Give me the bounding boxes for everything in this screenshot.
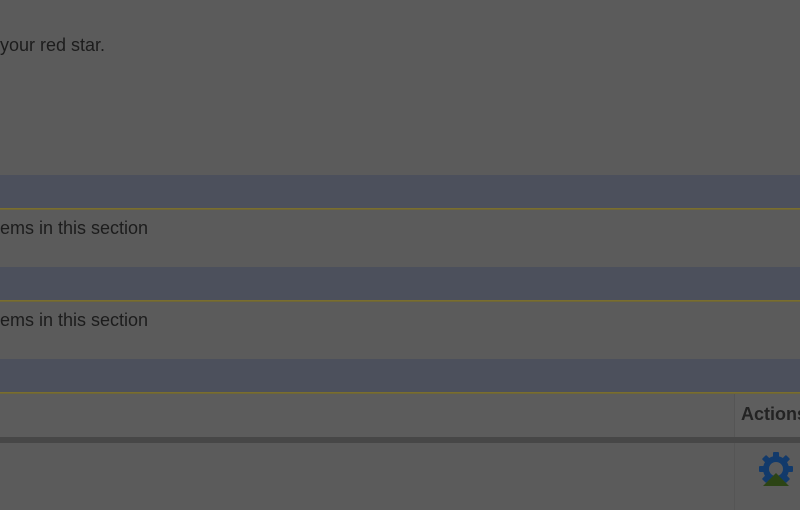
section-header-3[interactable] [0, 359, 800, 393]
gear-with-up-arrow-icon[interactable] [755, 449, 797, 491]
section-header-1[interactable] [0, 175, 800, 209]
section-header-2[interactable] [0, 267, 800, 301]
section-empty-message: ems in this section [0, 310, 149, 330]
actions-column-label: Actions [741, 404, 800, 424]
intro-text: your red star. [0, 35, 106, 55]
section-body-1: ems in this section [0, 209, 800, 268]
section-body-2: ems in this section [0, 301, 800, 360]
section-empty-message: ems in this section [0, 218, 149, 238]
table-header: Actions [0, 393, 800, 438]
actions-column-header[interactable]: Actions [734, 394, 800, 438]
actions-cell [734, 443, 800, 510]
table-row [0, 443, 800, 510]
